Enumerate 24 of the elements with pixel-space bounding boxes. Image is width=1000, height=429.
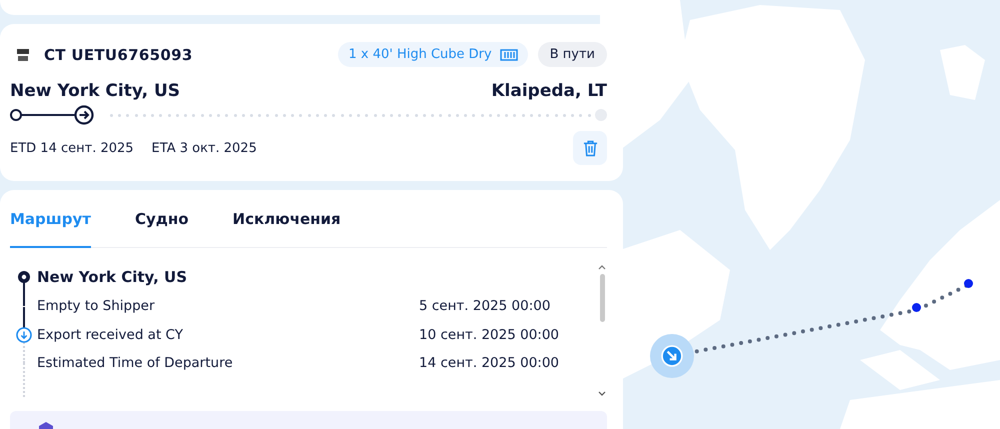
event-label: Estimated Time of Departure [37, 355, 234, 372]
event-label: Export received at CY [37, 326, 184, 343]
container-icon [500, 48, 518, 60]
tab[interactable]: Исключения [232, 208, 341, 248]
container-number: CT UETU6765093 [44, 46, 193, 64]
trash-icon [582, 140, 598, 156]
tab[interactable]: Судно [134, 208, 189, 248]
location-name: New York City, US [37, 268, 188, 286]
chevron-down-icon[interactable] [598, 391, 606, 398]
carrier-logo-icon [16, 48, 30, 62]
equipment-tag: 1 x 40' High Cube Dry [338, 42, 528, 67]
event-time: 14 сент. 2025 00:00 [419, 355, 560, 372]
origin-city: New York City, US [10, 81, 180, 101]
shield-icon [38, 421, 54, 429]
location-dot-icon [16, 270, 30, 284]
event-time: 10 сент. 2025 00:00 [419, 326, 560, 343]
event-time: 5 сент. 2025 00:00 [419, 298, 550, 314]
chevron-up-icon[interactable] [598, 264, 606, 270]
status-badge: В пути [538, 42, 607, 67]
departure-date: ETD 14 сент. 2025 [10, 140, 134, 156]
destination-city: Klaipeda, LT [491, 81, 607, 101]
arrival-date: ETA 3 окт. 2025 [152, 140, 257, 156]
event-label: Empty to Shipper [37, 298, 156, 314]
delete-button[interactable] [573, 131, 607, 165]
